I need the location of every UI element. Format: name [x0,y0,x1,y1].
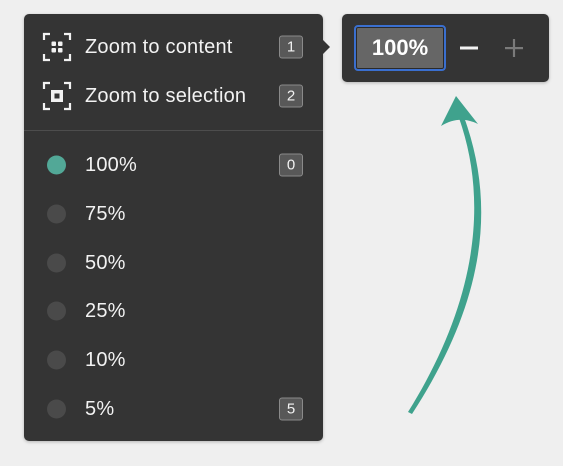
zoom-menu: Zoom to content 1 Zoom to selection 2 10… [24,14,323,441]
plus-icon[interactable] [501,35,527,61]
menu-item-label: 5% [85,397,115,420]
zoom-to-selection-icon [42,81,72,111]
menu-divider [24,130,323,131]
menu-item-zoom-10[interactable]: 10% [24,335,323,384]
shortcut-key: 1 [279,35,303,58]
radio-icon [47,204,66,223]
zoom-to-content-icon [42,32,72,62]
menu-item-zoom-100[interactable]: 100% 0 [24,140,323,189]
shortcut-key: 0 [279,153,303,176]
radio-icon [47,350,66,369]
selected-radio-icon [47,155,66,174]
menu-item-label: 25% [85,299,126,322]
zoom-level-button[interactable]: 100% [354,25,446,71]
zoom-control: 100% [342,14,549,82]
menu-item-zoom-75[interactable]: 75% [24,189,323,238]
menu-item-label: Zoom to content [85,35,233,58]
menu-item-zoom-50[interactable]: 50% [24,238,323,287]
canvas: Zoom to content 1 Zoom to selection 2 10… [0,0,563,466]
menu-item-label: 10% [85,348,126,371]
minus-icon[interactable] [456,35,482,61]
menu-item-label: 50% [85,251,126,274]
menu-pointer [322,39,330,55]
radio-icon [47,399,66,418]
shortcut-key: 5 [279,397,303,420]
menu-item-zoom-25[interactable]: 25% [24,286,323,335]
radio-icon [47,253,66,272]
menu-item-label: 75% [85,202,126,225]
radio-icon [47,301,66,320]
menu-item-label: 100% [85,153,137,176]
menu-item-label: Zoom to selection [85,84,247,107]
menu-item-zoom-to-content[interactable]: Zoom to content 1 [24,22,323,71]
menu-item-zoom-to-selection[interactable]: Zoom to selection 2 [24,71,323,120]
shortcut-key: 2 [279,84,303,107]
menu-item-zoom-5[interactable]: 5% 5 [24,384,323,433]
